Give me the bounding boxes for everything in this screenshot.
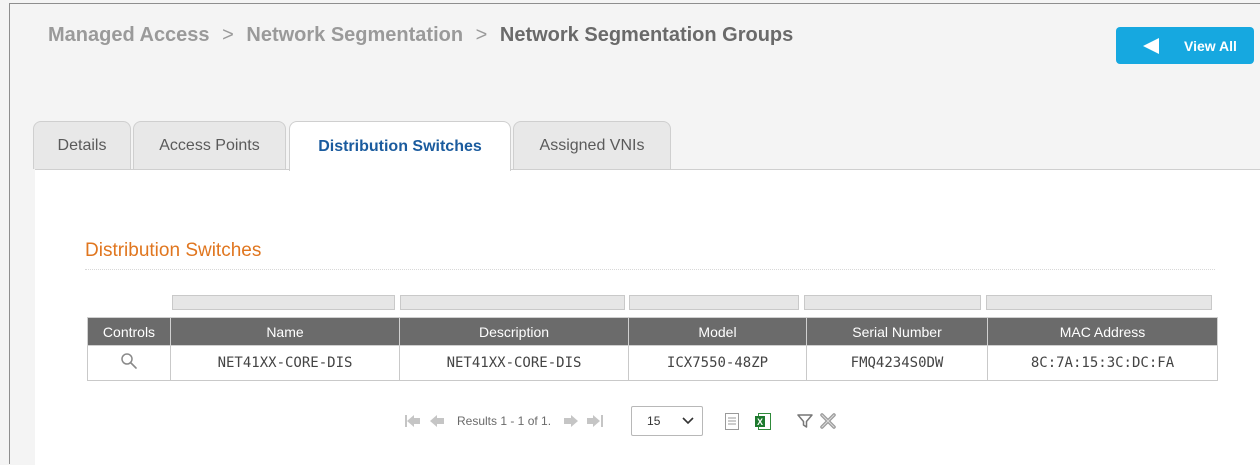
filter-input-description[interactable] [400,295,625,310]
magnifier-icon[interactable] [120,352,138,370]
next-page-icon[interactable] [563,414,579,428]
tab-details[interactable]: Details [33,121,131,169]
results-text: Results 1 - 1 of 1. [457,414,552,428]
page-size-select[interactable]: 15 [631,406,704,436]
column-header-model[interactable]: Model [628,317,807,346]
cell-description: NET41XX-CORE-DIS [399,345,629,381]
filter-input-serial-number[interactable] [804,295,981,310]
column-header-mac-address[interactable]: MAC Address [987,317,1218,346]
document-icon[interactable] [725,412,740,430]
column-header-description[interactable]: Description [399,317,629,346]
table-header-row: Controls Name Description Model Serial N… [87,317,1218,346]
tab-content-panel: Distribution Switches Controls Name Desc… [35,169,1260,465]
cell-name: NET41XX-CORE-DIS [170,345,400,381]
breadcrumb-separator: > [222,24,234,46]
pagination-bar: Results 1 - 1 of 1. 15 X [405,406,837,436]
table-row: NET41XX-CORE-DIS NET41XX-CORE-DIS ICX755… [87,345,1218,381]
row-controls-cell [87,345,171,381]
clear-filter-icon[interactable] [819,413,837,429]
breadcrumb-item-network-segmentation[interactable]: Network Segmentation [246,24,463,46]
cell-serial-number: FMQ4234S0DW [806,345,988,381]
prev-page-icon[interactable] [429,414,445,428]
breadcrumb-item-managed-access[interactable]: Managed Access [48,24,210,46]
view-all-label: View All [1184,37,1237,54]
view-all-button[interactable]: View All [1116,27,1254,64]
filter-input-name[interactable] [172,295,395,310]
cell-mac-address: 8C:7A:15:3C:DC:FA [987,345,1218,381]
tab-assigned-vnis[interactable]: Assigned VNIs [513,121,671,169]
column-header-serial-number[interactable]: Serial Number [806,317,988,346]
filter-input-mac-address[interactable] [986,295,1212,310]
excel-export-icon[interactable]: X [755,412,772,430]
filter-icon[interactable] [797,413,813,429]
chevron-down-icon [682,417,694,425]
breadcrumb: Managed Access > Network Segmentation > … [48,24,793,47]
filter-input-model[interactable] [629,295,799,310]
last-page-icon[interactable] [587,414,604,428]
cell-model: ICX7550-48ZP [628,345,807,381]
arrow-left-icon [1143,37,1159,54]
svg-text:X: X [757,417,763,427]
tab-access-points[interactable]: Access Points [133,121,286,169]
page-title: Network Segmentation Groups [499,24,794,46]
section-divider [85,269,1215,270]
distribution-switches-table: Controls Name Description Model Serial N… [87,317,1218,381]
first-page-icon[interactable] [405,414,421,428]
column-header-controls: Controls [87,317,171,346]
breadcrumb-separator: > [475,24,488,46]
section-title: Distribution Switches [85,240,262,261]
tab-distribution-switches[interactable]: Distribution Switches [289,121,511,171]
column-header-name[interactable]: Name [170,317,400,346]
page-size-value: 15 [647,414,661,428]
